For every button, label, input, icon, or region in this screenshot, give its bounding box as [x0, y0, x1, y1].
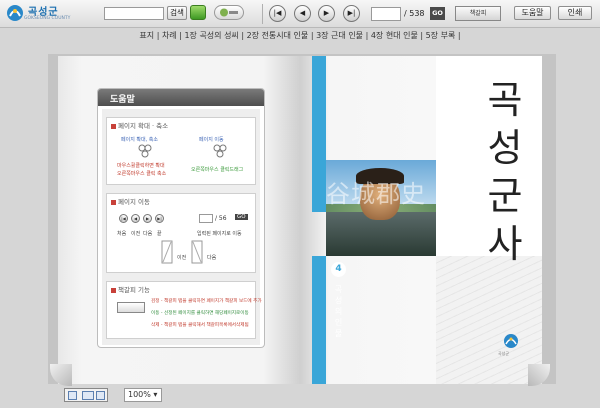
- section-title: 페이지 확대 · 축소: [111, 120, 168, 130]
- toc-chapter-3[interactable]: 3장 근대 인물: [316, 31, 363, 40]
- label-curl-prev: 이전: [177, 255, 187, 261]
- print-button[interactable]: 인쇄: [558, 6, 592, 20]
- zoom-label: 페이지 확대, 축소: [121, 137, 158, 143]
- toc-chapter-1[interactable]: 1장 곡성의 성씨: [184, 31, 238, 40]
- help-zoom-section: 페이지 확대 · 축소 페이지 확대, 축소 페이지 이동 마우스휠클릭하면 확…: [106, 117, 256, 185]
- right-page[interactable]: 谷城郡史 곡 성 군 사 4 곡 성 의 인 물 곡성군: [300, 56, 542, 384]
- cover-title: 곡 성 군 사: [487, 78, 523, 266]
- mouse-icon: [138, 144, 152, 158]
- top-toolbar: 곡성군 GOKSEONG COUNTY 검색 |◀ ◀ ▶ ▶| / 538 G…: [0, 0, 600, 28]
- help-bookmark-section: 책갈피 기능 검정 - 책갈피 탭을 클릭하면 페이지가 책갈피 보드에 추가 …: [106, 281, 262, 339]
- zoom-select[interactable]: 100% ▾: [124, 388, 162, 402]
- page-input-icon: [199, 214, 213, 223]
- last-page-button[interactable]: ▶|: [343, 5, 360, 22]
- thumbnail-icon[interactable]: [96, 391, 105, 400]
- label-goto: 입력된 페이지로 이동: [197, 231, 242, 237]
- double-page-icon[interactable]: [82, 391, 94, 400]
- view-mode-buttons: [64, 388, 108, 402]
- toc-chapter-4[interactable]: 4장 현대 인물: [371, 31, 418, 40]
- bookmark-hint-1: 검정 - 책갈피 탭을 클릭하면 페이지가 책갈피 보드에 추가: [151, 299, 262, 304]
- label-last: 끝: [157, 231, 162, 237]
- page-curl-icon: [161, 240, 173, 264]
- help-page-move-section: 페이지 이동 |◀ ◀ ▶ ▶| / 56 GO 처음 이전 다음 끝 입력된 …: [106, 193, 256, 273]
- drag-icon: [213, 144, 227, 158]
- move-hint: 오른쪽마우스 클릭드래그: [191, 167, 244, 173]
- help-panel: 도움말 페이지 확대 · 축소 페이지 확대, 축소 페이지 이동 마우스휠클릭…: [97, 88, 265, 348]
- bookmark-hint-2: 이동 - 선정된 페이지를 클릭하면 해당페이지로이동: [151, 311, 249, 316]
- cover-mountain-art: [436, 256, 542, 384]
- next-page-button[interactable]: ▶: [318, 5, 335, 22]
- chapter-nav: 표지 | 차례 | 1장 곡성의 성씨 | 2장 전통시대 인물 | 3장 근대…: [139, 31, 461, 40]
- cover-blue-band-bottom: [312, 256, 326, 384]
- label-curl-next: 다음: [207, 255, 217, 261]
- zoom-hint-2: 오른쪽마우스 클릭 축소: [117, 171, 167, 177]
- logo-subtext: GOKSEONG COUNTY: [24, 16, 71, 21]
- toc-chapter-2[interactable]: 2장 전통시대 인물: [247, 31, 309, 40]
- search-input[interactable]: [104, 7, 164, 20]
- search-result-button[interactable]: [190, 5, 206, 20]
- toggle-icon: [220, 8, 238, 17]
- section-title: 페이지 이동: [111, 196, 150, 206]
- logo-icon: [7, 5, 23, 21]
- help-body: 페이지 확대 · 축소 페이지 확대, 축소 페이지 이동 마우스휠클릭하면 확…: [102, 109, 262, 345]
- zoom-value: 100%: [128, 390, 151, 399]
- section-title: 책갈피 기능: [111, 284, 150, 294]
- move-label: 페이지 이동: [199, 137, 224, 143]
- search-button[interactable]: 검색: [167, 6, 187, 20]
- view-toggle-button[interactable]: [214, 5, 244, 20]
- label-prev: 이전: [131, 231, 141, 237]
- next-icon: ▶: [143, 214, 152, 223]
- zoom-hint-1: 마우스휠클릭하면 확대: [117, 163, 165, 169]
- page-total: / 538: [404, 9, 425, 18]
- cover-subtitle: 곡 성 의 인 물: [334, 285, 343, 338]
- bookmark-hint-3: 삭제 - 책갈피 탭을 클릭해서 책갈피목록에서삭제됨: [151, 323, 249, 328]
- prev-icon: ◀: [131, 214, 140, 223]
- cover-blue-band: [312, 56, 326, 160]
- bookmark-label: 책갈피: [469, 10, 487, 17]
- go-button[interactable]: GO: [430, 7, 445, 20]
- toc-contents[interactable]: 차례: [162, 31, 177, 40]
- gokseong-logo[interactable]: 곡성군 GOKSEONG COUNTY: [6, 2, 76, 26]
- publisher-logo-icon: [504, 334, 518, 348]
- single-page-icon[interactable]: [68, 391, 77, 400]
- first-icon: |◀: [119, 214, 128, 223]
- bookmark-sample-icon: [117, 302, 145, 313]
- label-first: 처음: [117, 231, 127, 237]
- toc-cover[interactable]: 표지: [139, 31, 154, 40]
- page-total-sample: / 56: [215, 215, 227, 222]
- toolbar-divider: [262, 4, 263, 24]
- prev-page-button[interactable]: ◀: [294, 5, 311, 22]
- toc-chapter-5[interactable]: 5장 부록: [426, 31, 456, 40]
- publisher-name: 곡성군: [498, 351, 510, 356]
- help-title: 도움말: [110, 95, 135, 105]
- go-sample: GO: [235, 214, 248, 220]
- help-header: 도움말: [98, 89, 264, 106]
- page-curl-icon: [191, 240, 203, 264]
- help-button[interactable]: 도움말: [514, 6, 551, 20]
- label-next: 다음: [143, 231, 153, 237]
- first-page-button[interactable]: |◀: [269, 5, 286, 22]
- volume-badge: 4: [331, 262, 346, 277]
- last-icon: ▶|: [155, 214, 164, 223]
- page-number-input[interactable]: [371, 7, 401, 21]
- bookmark-button[interactable]: 책갈피: [455, 6, 501, 21]
- cover-hanja-title: 谷城郡史: [326, 180, 426, 208]
